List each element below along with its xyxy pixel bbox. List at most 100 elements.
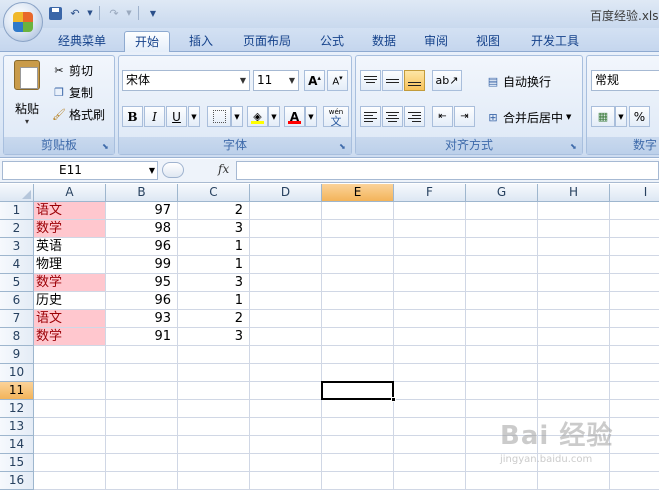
- cell-h10[interactable]: [538, 364, 610, 382]
- format-painter-button[interactable]: 🖌 格式刷: [52, 104, 105, 124]
- column-header-e[interactable]: E: [322, 184, 394, 202]
- shrink-font-button[interactable]: A▾: [327, 70, 348, 91]
- cell-c15[interactable]: [178, 454, 250, 472]
- cell-d12[interactable]: [250, 400, 322, 418]
- cell-b15[interactable]: [106, 454, 178, 472]
- cell-i7[interactable]: [610, 310, 659, 328]
- cell-b9[interactable]: [106, 346, 178, 364]
- align-top-button[interactable]: [360, 70, 381, 91]
- cell-e12[interactable]: [322, 400, 394, 418]
- accounting-format-dropdown[interactable]: ▼: [615, 106, 627, 127]
- cell-e11[interactable]: [322, 382, 394, 400]
- cell-g6[interactable]: [466, 292, 538, 310]
- cell-f11[interactable]: [394, 382, 466, 400]
- cell-i8[interactable]: [610, 328, 659, 346]
- row-header-16[interactable]: 16: [0, 472, 34, 490]
- redo-dropdown[interactable]: ▼: [125, 4, 133, 22]
- tab-page-layout[interactable]: 页面布局: [232, 31, 302, 53]
- row-header-1[interactable]: 1: [0, 202, 34, 220]
- decrease-indent-button[interactable]: ⇤: [432, 106, 453, 127]
- cell-c2[interactable]: 3: [178, 220, 250, 238]
- cell-i9[interactable]: [610, 346, 659, 364]
- cell-h9[interactable]: [538, 346, 610, 364]
- underline-dropdown[interactable]: ▼: [188, 106, 200, 127]
- orientation-button[interactable]: ab↗: [432, 70, 462, 91]
- cell-b13[interactable]: [106, 418, 178, 436]
- cell-b11[interactable]: [106, 382, 178, 400]
- cell-f9[interactable]: [394, 346, 466, 364]
- font-name-combo[interactable]: 宋体 ▼: [122, 70, 250, 91]
- row-header-8[interactable]: 8: [0, 328, 34, 346]
- cell-f3[interactable]: [394, 238, 466, 256]
- cell-c13[interactable]: [178, 418, 250, 436]
- cell-b7[interactable]: 93: [106, 310, 178, 328]
- cell-f8[interactable]: [394, 328, 466, 346]
- cell-h5[interactable]: [538, 274, 610, 292]
- column-header-h[interactable]: H: [538, 184, 610, 202]
- phonetic-guide-button[interactable]: wén 文: [323, 106, 349, 127]
- tab-classic-menu[interactable]: 经典菜单: [48, 31, 116, 53]
- cell-h11[interactable]: [538, 382, 610, 400]
- cell-c16[interactable]: [178, 472, 250, 490]
- cell-c7[interactable]: 2: [178, 310, 250, 328]
- tab-insert[interactable]: 插入: [178, 31, 224, 53]
- tab-data[interactable]: 数据: [362, 31, 406, 53]
- row-header-9[interactable]: 9: [0, 346, 34, 364]
- cell-i1[interactable]: [610, 202, 659, 220]
- column-header-d[interactable]: D: [250, 184, 322, 202]
- select-all-button[interactable]: [0, 184, 34, 202]
- align-bottom-button[interactable]: [404, 70, 425, 91]
- cell-e10[interactable]: [322, 364, 394, 382]
- row-header-2[interactable]: 2: [0, 220, 34, 238]
- cell-d10[interactable]: [250, 364, 322, 382]
- cell-a10[interactable]: [34, 364, 106, 382]
- font-color-dropdown[interactable]: ▼: [305, 106, 317, 127]
- cell-g3[interactable]: [466, 238, 538, 256]
- increase-indent-button[interactable]: ⇥: [454, 106, 475, 127]
- cell-h7[interactable]: [538, 310, 610, 328]
- cell-a7[interactable]: 语文: [34, 310, 106, 328]
- cell-d8[interactable]: [250, 328, 322, 346]
- cell-d4[interactable]: [250, 256, 322, 274]
- cut-button[interactable]: ✂ 剪切: [52, 60, 93, 80]
- cell-b14[interactable]: [106, 436, 178, 454]
- cell-a5[interactable]: 数学: [34, 274, 106, 292]
- row-header-13[interactable]: 13: [0, 418, 34, 436]
- cell-b8[interactable]: 91: [106, 328, 178, 346]
- cell-d6[interactable]: [250, 292, 322, 310]
- borders-button[interactable]: [207, 106, 231, 127]
- clipboard-launcher-icon[interactable]: ⬊: [102, 142, 111, 151]
- tab-developer[interactable]: 开发工具: [520, 31, 590, 53]
- cell-a13[interactable]: [34, 418, 106, 436]
- cell-f13[interactable]: [394, 418, 466, 436]
- cell-d16[interactable]: [250, 472, 322, 490]
- cell-h6[interactable]: [538, 292, 610, 310]
- undo-dropdown[interactable]: ▼: [86, 4, 94, 22]
- insert-function-button[interactable]: fx: [218, 162, 229, 176]
- formula-expand-handle[interactable]: [162, 162, 184, 178]
- cell-g11[interactable]: [466, 382, 538, 400]
- cell-e2[interactable]: [322, 220, 394, 238]
- cell-e4[interactable]: [322, 256, 394, 274]
- cell-e8[interactable]: [322, 328, 394, 346]
- cell-g4[interactable]: [466, 256, 538, 274]
- fill-color-button[interactable]: ◈: [247, 106, 268, 127]
- cell-b12[interactable]: [106, 400, 178, 418]
- cell-e7[interactable]: [322, 310, 394, 328]
- bold-button[interactable]: B: [122, 106, 143, 127]
- font-color-button[interactable]: A: [284, 106, 305, 127]
- row-header-4[interactable]: 4: [0, 256, 34, 274]
- customize-qat-button[interactable]: ▼: [144, 4, 162, 22]
- cell-i5[interactable]: [610, 274, 659, 292]
- cell-h2[interactable]: [538, 220, 610, 238]
- cell-e14[interactable]: [322, 436, 394, 454]
- italic-button[interactable]: I: [144, 106, 165, 127]
- cell-a12[interactable]: [34, 400, 106, 418]
- cell-e5[interactable]: [322, 274, 394, 292]
- cell-h1[interactable]: [538, 202, 610, 220]
- cell-i10[interactable]: [610, 364, 659, 382]
- cell-h8[interactable]: [538, 328, 610, 346]
- cell-c10[interactable]: [178, 364, 250, 382]
- row-header-3[interactable]: 3: [0, 238, 34, 256]
- cell-b10[interactable]: [106, 364, 178, 382]
